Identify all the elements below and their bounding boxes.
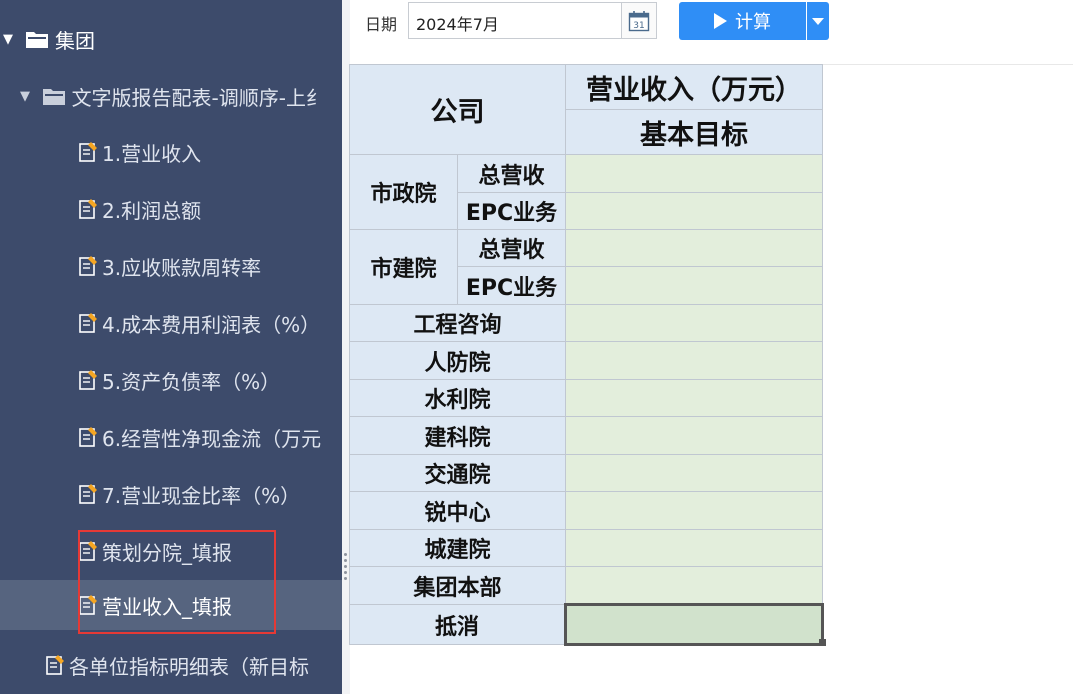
toolbar: 日期 2024年7月 31 计算 <box>350 0 1073 65</box>
report-doc-icon <box>79 313 97 333</box>
report-doc-icon <box>79 484 97 504</box>
row-label: 人防院 <box>349 341 566 380</box>
report-doc-icon <box>79 541 97 561</box>
row-label: 集团本部 <box>349 566 566 605</box>
target-input-cell[interactable] <box>565 416 823 455</box>
play-icon <box>714 13 727 29</box>
report-table: 公司 营业收入（万元） 基本目标 市政院 总营收 EPC业务 市建院 总营收 E… <box>349 64 824 646</box>
row-sub-label: EPC业务 <box>457 192 566 230</box>
target-input-cell[interactable] <box>565 266 823 305</box>
tree-item-label: 7.营业现金比率（%） <box>102 483 301 508</box>
tree-node-folder[interactable]: ▼ 文字版报告配表-调顺序-上纟 <box>0 71 326 121</box>
target-input-cell-selected[interactable] <box>564 603 824 646</box>
report-doc-icon <box>79 595 97 615</box>
caret-down-icon[interactable]: ▼ <box>20 89 34 104</box>
tree-item-label: 2.利润总额 <box>102 198 202 223</box>
folder-icon <box>26 32 48 48</box>
row-label: 水利院 <box>349 379 566 417</box>
tree-item-label: 各单位指标明细表（新目标 <box>69 654 309 679</box>
row-label: 锐中心 <box>349 491 566 530</box>
target-input-cell[interactable] <box>565 379 823 417</box>
target-input-cell[interactable] <box>565 229 823 267</box>
sidebar: ▼ 集团 ▼ 文字版报告配表-调顺序-上纟 1.营业收入 2.利润总额 3.应收… <box>0 0 342 694</box>
row-label: 抵消 <box>349 604 566 645</box>
tree-item-report[interactable]: 3.应收账款周转率 <box>0 241 342 291</box>
row-group-label: 市政院 <box>349 154 458 230</box>
folder-icon <box>42 89 65 105</box>
target-input-cell[interactable] <box>565 529 823 567</box>
row-label: 建科院 <box>349 416 566 455</box>
header-target: 基本目标 <box>565 109 823 155</box>
target-input-cell[interactable] <box>565 341 823 380</box>
target-input-cell[interactable] <box>565 154 823 193</box>
grip-dot <box>344 577 347 580</box>
target-input-cell[interactable] <box>565 304 823 342</box>
chevron-down-icon <box>812 17 824 25</box>
tree-node-label: 集团 <box>55 28 95 53</box>
tree-item-fill-report[interactable]: 策划分院_填报 <box>0 526 342 576</box>
calendar-icon: 31 <box>628 10 650 31</box>
tree-item-label: 1.营业收入 <box>102 141 202 166</box>
tree-item-report[interactable]: 5.资产负债率（%） <box>0 355 342 405</box>
report-doc-icon <box>79 199 97 219</box>
tree-item-label: 营业收入_填报 <box>102 594 232 619</box>
report-doc-icon <box>79 142 97 162</box>
report-doc-icon <box>79 427 97 447</box>
report-doc-icon <box>79 370 97 390</box>
row-group-label: 市建院 <box>349 229 458 305</box>
report-doc-icon <box>46 655 64 675</box>
calculate-dropdown-button[interactable] <box>807 2 829 40</box>
tree-item-report[interactable]: 2.利润总额 <box>0 184 342 234</box>
target-input-cell[interactable] <box>565 566 823 605</box>
calendar-button[interactable]: 31 <box>622 2 657 39</box>
row-label: 工程咨询 <box>349 304 566 342</box>
tree-node-label: 文字版报告配表-调顺序-上纟 <box>71 85 326 110</box>
row-sub-label: EPC业务 <box>457 266 566 305</box>
target-input-cell[interactable] <box>565 192 823 230</box>
tree-item-label: 5.资产负债率（%） <box>102 369 281 394</box>
tree-item-label: 4.成本费用利润表（%） <box>102 312 321 337</box>
date-label: 日期 <box>365 15 398 34</box>
tree-item-label: 3.应收账款周转率 <box>102 255 262 280</box>
calendar-day: 31 <box>633 21 644 31</box>
grip-dot <box>344 559 347 562</box>
row-sub-label: 总营收 <box>457 229 566 267</box>
row-sub-label: 总营收 <box>457 154 566 193</box>
grip-dot <box>344 565 347 568</box>
row-label: 城建院 <box>349 529 566 567</box>
row-label: 交通院 <box>349 454 566 492</box>
tree-item-report[interactable]: 4.成本费用利润表（%） <box>0 298 342 348</box>
tree-item-report[interactable]: 6.经营性净现金流（万元 <box>0 412 342 462</box>
tree-item-report[interactable]: 7.营业现金比率（%） <box>0 469 342 519</box>
header-company: 公司 <box>349 64 566 155</box>
grip-dot <box>344 553 347 556</box>
tree-node-root[interactable]: ▼ 集团 <box>0 14 326 64</box>
header-revenue: 营业收入（万元） <box>565 64 823 110</box>
target-input-cell[interactable] <box>565 454 823 492</box>
tree-item-report[interactable]: 1.营业收入 <box>0 127 342 177</box>
tree-item-detail-report[interactable]: 各单位指标明细表（新目标 <box>0 640 342 690</box>
calculate-label: 计算 <box>735 12 771 33</box>
tree-item-fill-report-selected[interactable]: 营业收入_填报 <box>0 580 342 630</box>
tree-item-label: 6.经营性净现金流（万元 <box>102 426 322 451</box>
grip-dot <box>344 571 347 574</box>
caret-down-icon[interactable]: ▼ <box>3 32 17 47</box>
report-doc-icon <box>79 256 97 276</box>
calculate-button[interactable]: 计算 <box>679 2 806 40</box>
cell-fill-handle[interactable] <box>819 639 826 646</box>
date-input[interactable]: 2024年7月 <box>408 2 622 39</box>
tree-item-label: 策划分院_填报 <box>102 540 232 565</box>
target-input-cell[interactable] <box>565 491 823 530</box>
